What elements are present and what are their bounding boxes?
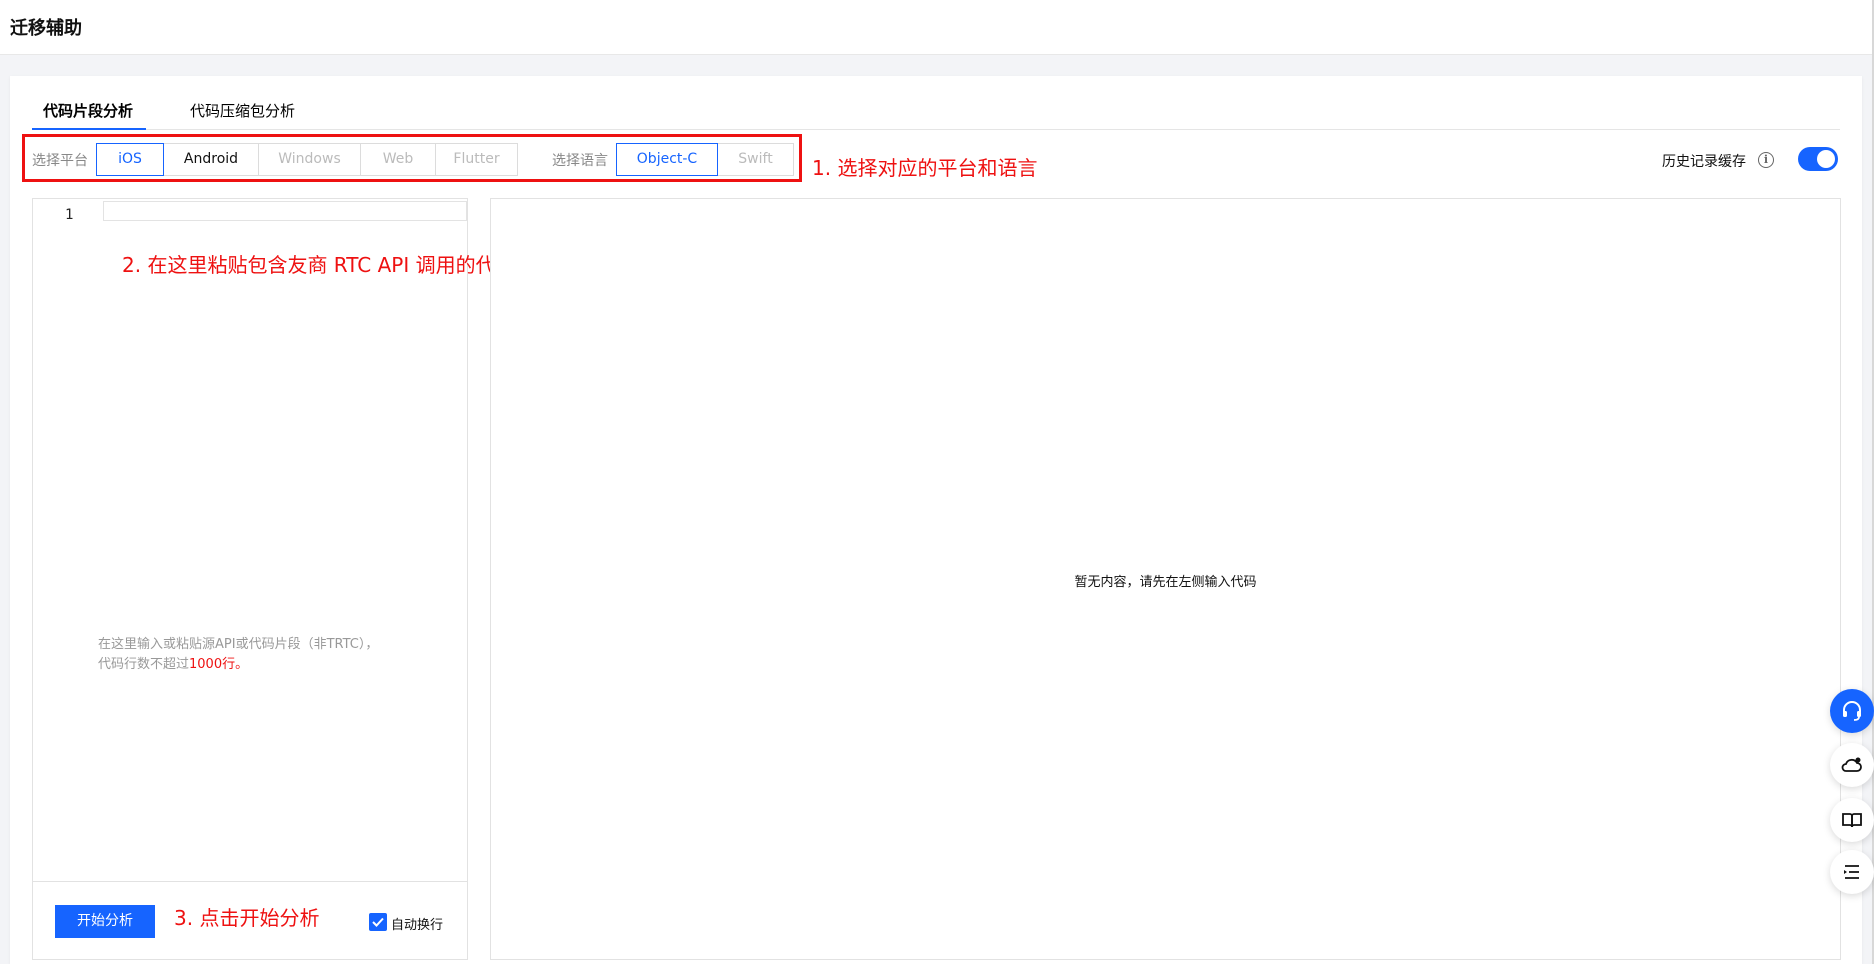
code-editor[interactable]: 1 在这里输入或粘贴源API或代码片段（非TRTC）， 代码行数不超过1000行… [32,198,468,960]
placeholder-line-2: 代码行数不超过1000行。 [98,655,458,675]
annotation-step1: 1. 选择对应的平台和语言 [812,156,1038,180]
main-card: 代码片段分析 代码压缩包分析 选择平台 iOS Android Windows … [10,76,1862,964]
info-icon[interactable]: i [1758,152,1774,168]
cloud-button[interactable] [1830,743,1874,787]
history-cache: 历史记录缓存 i [1538,146,1838,174]
history-cache-label: 历史记录缓存 [1662,154,1746,170]
docs-button[interactable] [1830,798,1874,842]
book-icon [1842,813,1862,828]
platform-option-web: Web [360,143,436,176]
placeholder-line-1: 在这里输入或粘贴源API或代码片段（非TRTC）， [98,637,379,652]
platform-language-selector: 选择平台 iOS Android Windows Web Flutter 选择语… [24,138,824,178]
language-label: 选择语言 [552,153,608,169]
result-panel: 暂无内容，请先在左侧输入代码 [490,198,1841,960]
language-option-objc[interactable]: Object-C [616,143,718,176]
platform-label: 选择平台 [32,153,88,169]
tab-snippet-analysis[interactable]: 代码片段分析 [32,100,146,130]
empty-state-text: 暂无内容，请先在左侧输入代码 [1074,575,1257,590]
auto-wrap-checkbox[interactable] [369,913,387,931]
platform-option-ios[interactable]: iOS [96,143,164,176]
auto-wrap-label: 自动换行 [391,918,444,933]
annotation-step3: 3. 点击开始分析 [174,906,320,930]
code-line-input[interactable] [103,201,467,221]
language-option-swift: Swift [717,143,794,176]
annotation-step2: 2. 在这里粘贴包含友商 RTC API 调用的代码 [122,253,516,277]
platform-option-flutter: Flutter [435,143,518,176]
tab-bar: 代码片段分析 代码压缩包分析 [32,100,1840,130]
check-icon [372,917,384,927]
cloud-icon [1841,757,1862,772]
page-title: 迁移辅助 [10,18,82,39]
support-button[interactable] [1830,689,1874,733]
outline-button[interactable] [1830,850,1874,894]
start-analysis-button[interactable]: 开始分析 [55,905,155,938]
placeholder-line-limit: 1000行。 [189,657,249,672]
editor-placeholder: 在这里输入或粘贴源API或代码片段（非TRTC）， 代码行数不超过1000行。 [98,635,458,675]
history-cache-toggle[interactable] [1798,147,1838,171]
toggle-knob [1817,150,1835,168]
placeholder-line-2-prefix: 代码行数不超过 [98,657,190,672]
list-icon [1844,865,1859,879]
tab-archive-analysis[interactable]: 代码压缩包分析 [190,100,320,130]
headset-icon [1843,701,1861,721]
platform-option-android[interactable]: Android [163,143,259,176]
top-bar: 迁移辅助 [0,0,1874,55]
platform-option-windows: Windows [258,143,361,176]
line-number: 1 [65,207,74,223]
